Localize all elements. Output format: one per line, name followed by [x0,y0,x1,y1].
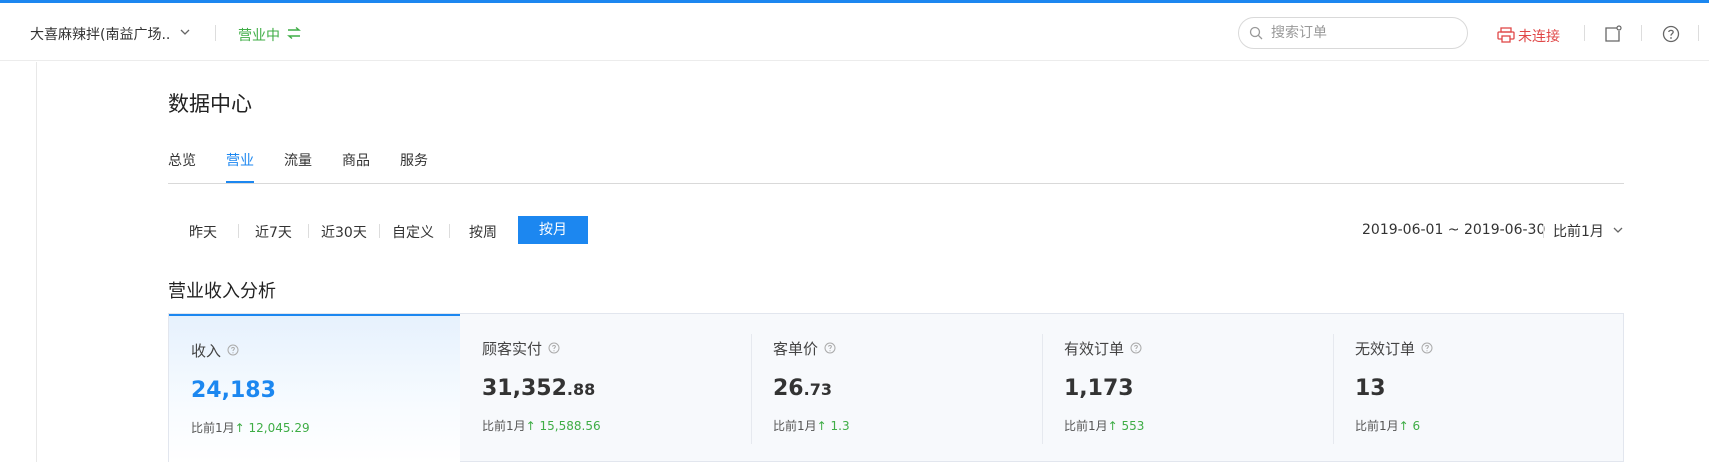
metric-label: 无效订单 [1355,340,1416,358]
range-month[interactable]: 按月 [518,216,588,244]
metric-value: 26.73 [773,376,832,401]
metric-value: 1,173 [1064,376,1134,401]
metric-value: 24,183 [191,378,276,403]
help-icon[interactable] [227,344,239,356]
header: 大喜麻辣拌(南益广场.. 营业中 未连接 [0,3,1709,61]
divider [1543,224,1544,238]
divider [1698,25,1699,41]
tab-active-indicator [226,181,254,183]
tab-bar: 总览 营业 流量 商品 服务 [168,148,1624,184]
range-7days[interactable]: 近7天 [255,222,292,242]
notice-icon[interactable] [1604,25,1622,43]
help-icon[interactable] [824,342,836,354]
date-range: 2019-06-01 ~ 2019-06-30 [1362,222,1546,238]
range-custom[interactable]: 自定义 [392,222,434,242]
section-title: 营业收入分析 [168,281,276,302]
metric-card-valid-orders[interactable]: 有效订单 1,173 比前1月↑ 553 [1042,314,1333,462]
tab-overview[interactable]: 总览 [168,150,196,170]
chevron-down-icon[interactable] [178,25,192,39]
metric-label: 顾客实付 [482,340,543,358]
metric-compare: 比前1月↑ 1.3 [773,419,850,433]
metric-compare: 比前1月↑ 12,045.29 [191,421,310,435]
divider [308,224,309,238]
search-box[interactable] [1238,17,1468,49]
printer-icon[interactable] [1497,27,1515,43]
chevron-down-icon[interactable] [1612,224,1624,236]
tab-business[interactable]: 营业 [226,150,254,170]
divider [215,25,216,41]
divider [449,224,450,238]
metric-value: 13 [1355,376,1386,401]
metric-label: 客单价 [773,340,819,358]
metric-card-revenue[interactable]: 收入 24,183 比前1月↑ 12,045.29 [169,314,460,462]
sidebar-border [36,62,37,462]
metric-card-paid[interactable]: 顾客实付 31,352.88 比前1月↑ 15,588.56 [460,314,751,462]
help-icon[interactable] [548,342,560,354]
search-input[interactable] [1271,23,1456,43]
search-icon [1249,26,1263,40]
divider [1584,25,1585,41]
metric-label: 收入 [191,342,222,360]
store-status[interactable]: 营业中 [238,25,280,45]
compare-select[interactable]: 比前1月 [1553,221,1604,241]
page-title: 数据中心 [168,92,252,116]
switch-icon[interactable] [286,26,302,40]
help-icon[interactable] [1421,342,1433,354]
metrics-panel: 收入 24,183 比前1月↑ 12,045.29 顾客实付 31,352.88… [168,313,1624,462]
tab-traffic[interactable]: 流量 [284,150,312,170]
range-30days[interactable]: 近30天 [321,222,367,242]
range-yesterday[interactable]: 昨天 [189,222,217,242]
tab-service[interactable]: 服务 [400,150,428,170]
metric-compare: 比前1月↑ 15,588.56 [482,419,601,433]
metric-label: 有效订单 [1064,340,1125,358]
divider [238,224,239,238]
tab-products[interactable]: 商品 [342,150,370,170]
metric-value: 31,352.88 [482,376,596,401]
metric-compare: 比前1月↑ 6 [1355,419,1421,433]
metric-compare: 比前1月↑ 553 [1064,419,1145,433]
divider [379,224,380,238]
help-icon[interactable] [1130,342,1142,354]
metric-card-invalid-orders[interactable]: 无效订单 13 比前1月↑ 6 [1333,314,1624,462]
divider [1641,25,1642,41]
help-icon[interactable] [1662,25,1680,43]
store-name[interactable]: 大喜麻辣拌(南益广场.. [30,24,170,44]
range-week[interactable]: 按周 [469,222,497,242]
printer-status[interactable]: 未连接 [1518,26,1560,46]
metric-card-avg-order[interactable]: 客单价 26.73 比前1月↑ 1.3 [751,314,1042,462]
